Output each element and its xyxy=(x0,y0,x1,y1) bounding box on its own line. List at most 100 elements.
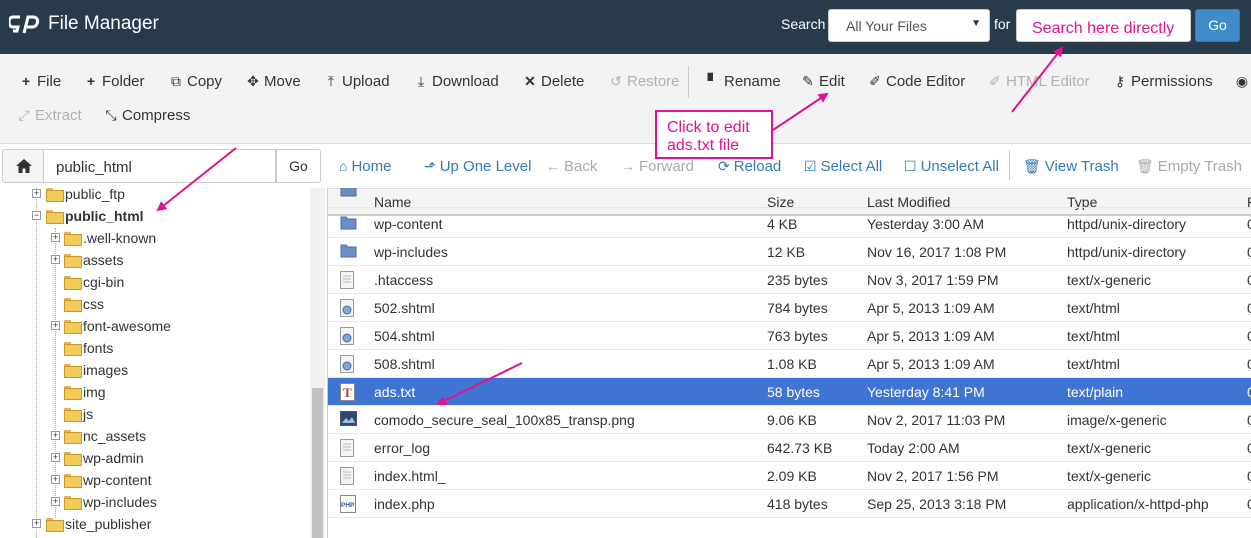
nav-reload-link[interactable]: ⟳ Reload xyxy=(718,156,781,177)
table-row[interactable]: 502.shtml 784 bytes Apr 5, 2013 1:09 AM tex… xyxy=(328,294,1251,322)
file-name[interactable]: .htaccess xyxy=(374,272,433,288)
table-row[interactable]: .htaccess 235 bytes Nov 3, 2017 1:59 PM tex… xyxy=(328,266,1251,294)
folder-icon xyxy=(64,298,82,312)
unselect-all-link[interactable]: ☐ Unselect All xyxy=(904,156,999,177)
expand-toggle[interactable]: + xyxy=(51,497,60,506)
tree-item-wp-includes[interactable]: wp-includes xyxy=(64,491,157,513)
tree-item-well-known[interactable]: .well-known xyxy=(64,227,156,249)
file-size: 418 bytes xyxy=(767,496,828,512)
expand-toggle[interactable]: + xyxy=(51,475,60,484)
file-size: 12 KB xyxy=(767,244,806,260)
compress-button[interactable]: ⤡ Compress xyxy=(103,104,190,126)
nav-reload-label: Reload xyxy=(733,158,782,175)
copy-button[interactable]: ⧉ Copy xyxy=(168,70,222,92)
file-name[interactable]: wp-includes xyxy=(374,244,448,260)
table-row[interactable]: comodo_secure_seal_100x85_transp.png 9.06… xyxy=(328,406,1251,434)
view-trash-link[interactable]: 🗑 View Trash xyxy=(1023,156,1119,177)
home-directory-button[interactable] xyxy=(2,149,44,183)
code-editor-button[interactable]: ✐ Code Editor xyxy=(867,70,965,92)
tree-item-wp-admin[interactable]: wp-admin xyxy=(64,447,144,469)
tree-item-label: img xyxy=(83,384,106,400)
tree-item-images[interactable]: images xyxy=(64,359,128,381)
tree-item-nc-assets[interactable]: nc_assets xyxy=(64,425,146,447)
folder-icon xyxy=(46,518,64,532)
edit-callout-box: Click to edit ads.txt file xyxy=(655,110,773,159)
nav-back-link[interactable]: ← Back xyxy=(546,156,597,177)
app-title: File Manager xyxy=(48,13,159,34)
tree-item-cgi-bin[interactable]: cgi-bin xyxy=(64,271,124,293)
table-row[interactable]: 504.shtml 763 bytes Apr 5, 2013 1:09 AM tex… xyxy=(328,322,1251,350)
collapse-toggle[interactable]: − xyxy=(32,211,41,220)
file-permissions: 0 xyxy=(1247,496,1251,512)
edit-button[interactable]: ✎ Edit xyxy=(800,70,845,92)
file-name[interactable]: comodo_secure_seal_100x85_transp.png xyxy=(374,412,635,428)
nav-home-link[interactable]: ⌂ Home xyxy=(339,156,391,177)
move-button[interactable]: ✥ Move xyxy=(245,70,301,92)
file-name[interactable]: ads.txt xyxy=(374,384,415,400)
tree-item-public-html[interactable]: public_html xyxy=(46,205,144,227)
file-name[interactable]: 504.shtml xyxy=(374,328,435,344)
folder-icon xyxy=(340,188,357,200)
table-row[interactable]: Tads.txt 58 bytes Yesterday 8:41 PM text/pl… xyxy=(328,378,1251,406)
table-row[interactable]: index.html_ 2.09 KB Nov 2, 2017 1:56 PM tex… xyxy=(328,462,1251,490)
expand-toggle[interactable]: + xyxy=(51,431,60,440)
table-row[interactable]: error_log 642.73 KB Today 2:00 AM text/x-ge… xyxy=(328,434,1251,462)
new-file-button[interactable]: + File xyxy=(18,70,61,92)
file-name[interactable]: index.php xyxy=(374,496,435,512)
text-file-icon xyxy=(340,271,357,289)
select-all-link[interactable]: ☑ Select All xyxy=(804,156,882,177)
tree-item-css[interactable]: css xyxy=(64,293,104,315)
table-row[interactable]: wp-content 4 KB Yesterday 3:00 AM httpd/uni… xyxy=(328,210,1251,238)
html-editor-button[interactable]: ✐ HTML Editor xyxy=(987,70,1090,92)
restore-button[interactable]: ↺ Restore xyxy=(608,70,679,92)
table-row[interactable]: wp-includes 12 KB Nov 16, 2017 1:08 PM http… xyxy=(328,238,1251,266)
permissions-button[interactable]: ⚷ Permissions xyxy=(1112,70,1213,92)
path-go-button[interactable]: Go xyxy=(276,149,321,183)
tree-item-img[interactable]: img xyxy=(64,381,106,403)
expand-toggle[interactable]: + xyxy=(51,453,60,462)
path-input[interactable]: public_html xyxy=(44,149,276,183)
search-scope-select[interactable]: All Your Files ▼ xyxy=(828,9,990,42)
file-name[interactable]: wp-content xyxy=(374,216,442,232)
new-file-label: File xyxy=(37,73,62,90)
table-row[interactable]: 508.shtml 1.08 KB Apr 5, 2013 1:09 AM text/… xyxy=(328,350,1251,378)
tree-item-js[interactable]: js xyxy=(64,403,93,425)
expand-toggle[interactable]: + xyxy=(51,233,60,242)
file-name[interactable]: 502.shtml xyxy=(374,300,435,316)
tree-scrollbar-thumb[interactable] xyxy=(312,388,323,538)
table-row-partial[interactable] xyxy=(328,188,1251,208)
upload-button[interactable]: ⤒ Upload xyxy=(323,70,390,92)
expand-toggle[interactable]: + xyxy=(32,519,41,528)
nav-forward-label: Forward xyxy=(639,158,695,175)
download-button[interactable]: ⤓ Download xyxy=(413,70,499,92)
tree-item-fonts[interactable]: fonts xyxy=(64,337,113,359)
expand-toggle[interactable]: + xyxy=(51,255,60,264)
view-button[interactable]: ◉ xyxy=(1234,70,1251,92)
nav-forward-link[interactable]: → Forward xyxy=(621,156,694,177)
nav-up-label: Up One Level xyxy=(439,158,532,175)
file-type: httpd/unix-directory xyxy=(1067,216,1187,232)
tree-item-font-awesome[interactable]: font-awesome xyxy=(64,315,171,337)
file-name[interactable]: error_log xyxy=(374,440,430,456)
file-type: text/x-generic xyxy=(1067,468,1152,484)
search-input[interactable]: Search here directly xyxy=(1016,9,1191,42)
tree-item-wp-content[interactable]: wp-content xyxy=(64,469,151,491)
tree-item-public-ftp[interactable]: public_ftp xyxy=(46,188,125,205)
file-name[interactable]: index.html_ xyxy=(374,468,446,484)
tree-item-assets[interactable]: assets xyxy=(64,249,123,271)
tree-scrollbar[interactable] xyxy=(310,188,325,538)
tree-item-site-publisher[interactable]: site_publisher xyxy=(46,513,151,535)
table-row[interactable]: PHP index.php 418 bytes Sep 25, 2013 3:18 P… xyxy=(328,490,1251,518)
delete-button[interactable]: ✕ Delete xyxy=(522,70,584,92)
folder-icon xyxy=(64,430,82,444)
search-go-button[interactable]: Go xyxy=(1195,9,1240,42)
nav-up-one-level-link[interactable]: ⬏ Up One Level xyxy=(424,156,531,177)
extract-button[interactable]: ⤢ Extract xyxy=(16,104,81,126)
compress-icon: ⤡ xyxy=(105,107,117,123)
file-name[interactable]: 508.shtml xyxy=(374,356,435,372)
empty-trash-link[interactable]: 🗑 Empty Trash xyxy=(1136,156,1242,177)
expand-toggle[interactable]: + xyxy=(32,189,41,198)
expand-toggle[interactable]: + xyxy=(51,321,60,330)
new-folder-button[interactable]: + Folder xyxy=(83,70,145,92)
rename-button[interactable]: ▘ Rename xyxy=(705,70,781,92)
